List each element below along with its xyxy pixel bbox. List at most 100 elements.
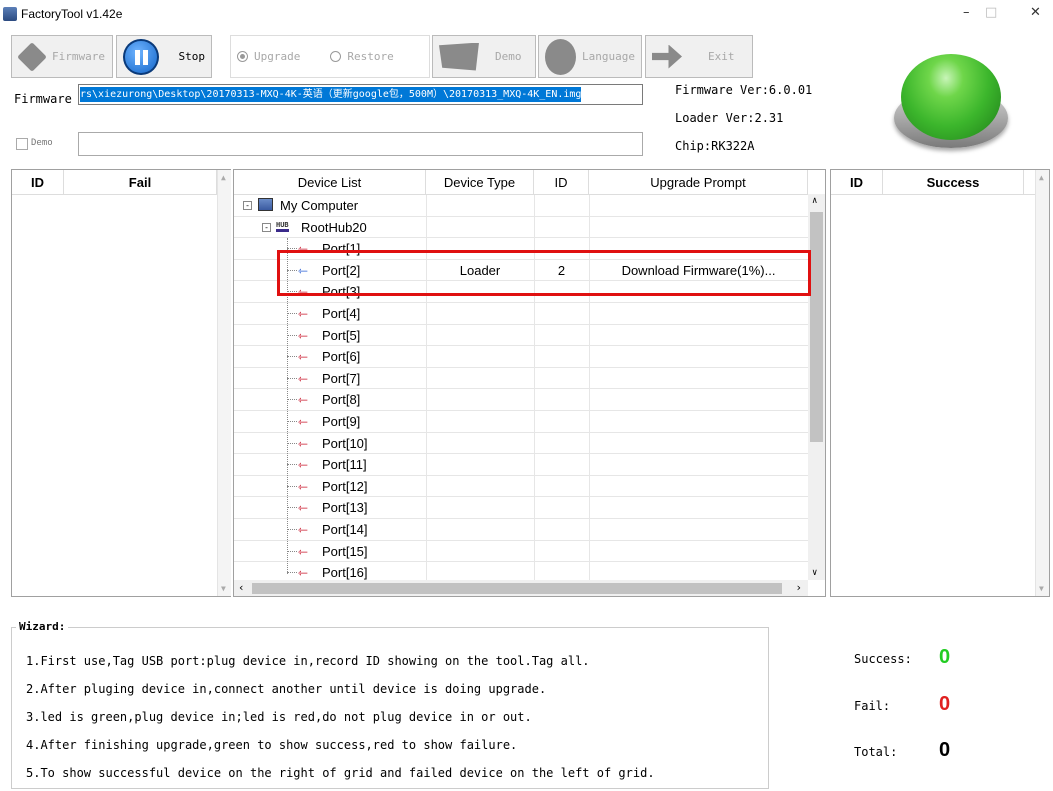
fail-grid-id-header[interactable]: ID — [12, 170, 64, 194]
device-row[interactable]: ⇽ Port[12] — [234, 476, 808, 498]
total-count: 0 — [939, 739, 951, 761]
collapse-icon[interactable]: - — [243, 201, 252, 210]
close-button[interactable]: ✕ — [1030, 5, 1041, 20]
maximize-button[interactable]: □ — [985, 5, 997, 20]
tree-row-hub[interactable]: - HUB RootHub20 — [234, 217, 808, 239]
fail-grid[interactable]: ID Fail ▲ ▼ — [11, 169, 231, 597]
demo-path-field[interactable] — [78, 132, 643, 156]
device-type-header[interactable]: Device Type — [426, 170, 534, 194]
usb-port-icon: ⇽ — [298, 350, 309, 365]
usb-port-icon: ⇽ — [298, 328, 309, 343]
tree-connector — [287, 334, 297, 336]
exit-button[interactable]: Exit — [645, 35, 753, 78]
arrow-right-icon — [652, 44, 682, 69]
device-row[interactable]: ⇽ Port[10] — [234, 433, 808, 455]
chip-name: Chip:RK322A — [675, 139, 755, 153]
status-led — [892, 52, 1010, 152]
device-row[interactable]: ⇽ Port[11] — [234, 454, 808, 476]
computer-label: My Computer — [280, 198, 359, 213]
upgrade-radio[interactable] — [237, 51, 248, 62]
scroll-up-icon: ∧ — [812, 196, 818, 206]
exit-button-label: Exit — [708, 50, 735, 63]
restore-radio[interactable] — [330, 51, 342, 62]
port-upgrade-prompt — [589, 433, 808, 454]
hscroll-thumb[interactable] — [252, 583, 782, 594]
title-bar — [0, 0, 1053, 30]
tree-connector — [287, 356, 297, 358]
port-upgrade-prompt — [589, 454, 808, 475]
device-grid[interactable]: Device List Device Type ID Upgrade Promp… — [233, 169, 826, 597]
scroll-down-icon: ▼ — [1039, 584, 1044, 593]
tree-connector — [287, 313, 297, 314]
wizard-line: 4.After finishing upgrade,green to show … — [26, 738, 518, 752]
language-button[interactable]: Language — [538, 35, 642, 78]
port-device-type — [426, 325, 534, 346]
device-row[interactable]: ⇽ Port[5] — [234, 325, 808, 347]
port-name: Port[6] — [322, 349, 361, 365]
device-list-header[interactable]: Device List — [234, 170, 426, 194]
stop-button[interactable]: Stop — [116, 35, 212, 78]
port-name: Port[16] — [322, 565, 368, 580]
port-device-type — [426, 433, 534, 454]
usb-port-icon: ⇽ — [298, 523, 309, 537]
usb-port-icon: ⇽ — [298, 501, 309, 516]
globe-icon — [545, 38, 577, 75]
tree-connector — [287, 464, 297, 466]
device-row[interactable]: ⇽ Port[13] — [234, 497, 808, 519]
scroll-up-icon: ▲ — [1039, 173, 1044, 182]
firmware-button-label: Firmware — [52, 50, 105, 63]
port-upgrade-prompt — [589, 325, 808, 346]
wizard-line: 2.After pluging device in,connect anothe… — [26, 682, 547, 696]
device-row[interactable]: ⇽ Port[14] — [234, 519, 808, 541]
demo-button[interactable]: Demo — [432, 35, 536, 78]
port-upgrade-prompt — [589, 368, 808, 389]
tree-connector — [287, 485, 297, 487]
hub-label: RootHub20 — [301, 219, 367, 235]
success-grid[interactable]: ID Success ▲ ▼ — [830, 169, 1050, 597]
app-icon — [3, 7, 17, 21]
port-name: Port[13] — [322, 500, 368, 516]
device-row[interactable]: ⇽ Port[6] — [234, 346, 808, 368]
tree-connector — [287, 399, 297, 401]
wizard-group — [11, 627, 769, 789]
port-name: Port[10] — [322, 435, 368, 451]
scroll-thumb[interactable] — [810, 212, 823, 442]
port-upgrade-prompt — [589, 389, 808, 410]
port-upgrade-prompt — [589, 411, 808, 432]
port-device-id — [534, 433, 589, 454]
upgrade-prompt-header[interactable]: Upgrade Prompt — [589, 170, 808, 194]
fail-grid-fail-header[interactable]: Fail — [64, 170, 217, 194]
device-row[interactable]: ⇽ Port[4] — [234, 303, 808, 325]
usb-port-icon: ⇽ — [298, 458, 309, 473]
success-grid-success-header[interactable]: Success — [883, 170, 1024, 194]
scroll-left-icon: ‹ — [238, 581, 245, 594]
firmware-path-label: Firmware — [14, 92, 72, 106]
device-row[interactable]: ⇽ Port[7] — [234, 368, 808, 390]
tree-connector — [287, 572, 297, 574]
collapse-icon[interactable]: - — [262, 222, 271, 232]
device-row[interactable]: ⇽ Port[16] — [234, 562, 808, 580]
device-row[interactable]: ⇽ Port[9] — [234, 411, 808, 433]
success-grid-scrollbar[interactable]: ▲ ▼ — [1035, 170, 1049, 596]
device-row[interactable]: ⇽ Port[15] — [234, 541, 808, 563]
port-upgrade-prompt — [589, 497, 808, 518]
total-count-label: Total: — [854, 745, 898, 759]
device-id-header[interactable]: ID — [534, 170, 589, 194]
demo-row-label: Demo — [31, 138, 53, 148]
minimize-button[interactable]: – — [963, 5, 970, 20]
mode-group: Upgrade Restore — [230, 35, 430, 78]
success-grid-id-header[interactable]: ID — [831, 170, 883, 194]
port-device-id — [534, 389, 589, 410]
firmware-button[interactable]: Firmware — [11, 35, 113, 78]
demo-checkbox[interactable] — [16, 138, 28, 150]
scroll-down-icon: ▼ — [221, 584, 226, 593]
port-device-id — [534, 325, 589, 346]
tree-row-computer[interactable]: - My Computer — [234, 195, 808, 217]
firmware-path-field[interactable]: rs\xiezurong\Desktop\20170313-MXQ-4K-英语（… — [78, 84, 643, 105]
demo-button-label: Demo — [495, 50, 522, 63]
tree-connector — [287, 550, 297, 552]
fail-grid-scrollbar[interactable]: ▲ ▼ — [217, 170, 231, 596]
device-row[interactable]: ⇽ Port[8] — [234, 389, 808, 411]
scroll-right-icon: › — [795, 581, 802, 594]
device-grid-hscroll[interactable]: ‹ › — [234, 580, 808, 596]
